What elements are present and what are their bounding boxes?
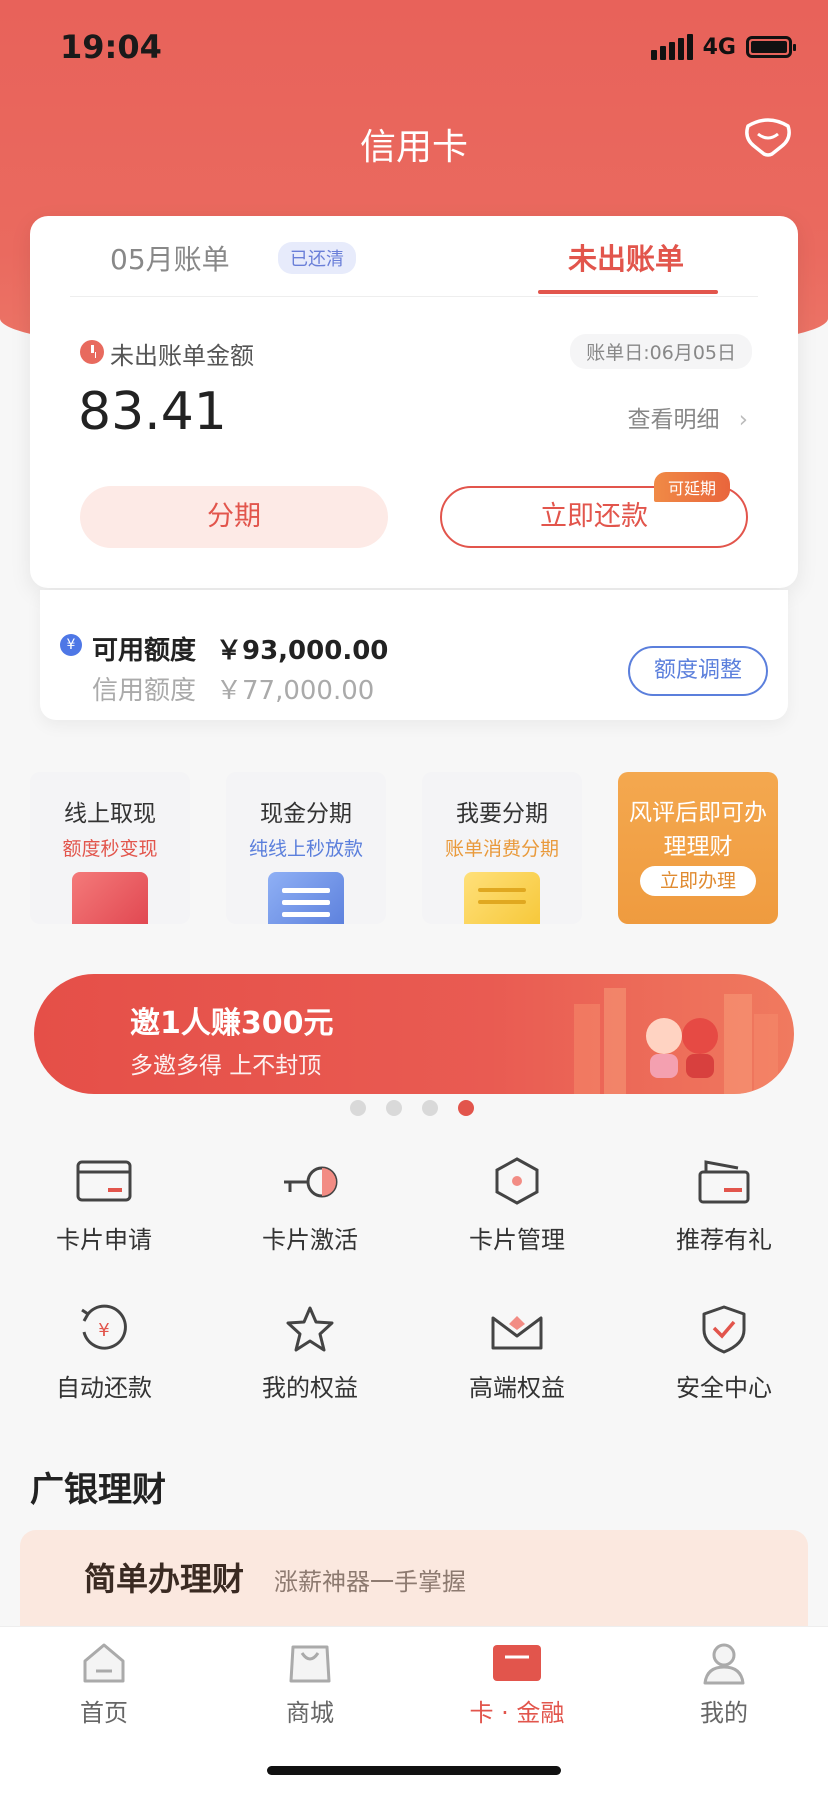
nav-label: 我的 xyxy=(700,1699,748,1727)
referral-gift-icon xyxy=(698,1160,750,1204)
bill-card: 05月账单 已还清 未出账单 未出账单金额 账单日:06月05日 83.41 查… xyxy=(30,216,798,588)
signal-icon xyxy=(650,34,693,60)
grid-label: 卡片管理 xyxy=(469,1226,565,1254)
pagination-dot-active[interactable] xyxy=(458,1100,474,1116)
nav-label: 卡 · 金融 xyxy=(469,1699,565,1727)
grid-card-apply[interactable]: 卡片申请 xyxy=(14,1156,194,1255)
grid-my-benefits[interactable]: 我的权益 xyxy=(220,1304,400,1403)
grid-card-manage[interactable]: 卡片管理 xyxy=(427,1156,607,1255)
grid-label: 自动还款 xyxy=(56,1374,152,1402)
grid-label: 卡片申请 xyxy=(56,1226,152,1254)
star-icon xyxy=(286,1306,334,1352)
pagination-dot[interactable] xyxy=(422,1100,438,1116)
finance-card-subtitle: 涨薪神器一手掌握 xyxy=(274,1568,466,1596)
grid-card-activate[interactable]: 卡片激活 xyxy=(220,1156,400,1255)
unbilled-amount: 83.41 xyxy=(78,382,227,442)
banner-title: 邀1人赚300元 xyxy=(130,1006,334,1041)
card-finance-icon xyxy=(493,1645,541,1681)
banner-pagination xyxy=(350,1100,474,1116)
tile-subtitle: 纯线上秒放款 xyxy=(248,838,363,860)
wallet-icon xyxy=(72,872,148,924)
tab-unbilled[interactable]: 未出账单 xyxy=(568,236,684,278)
invite-banner[interactable]: 邀1人赚300元 多邀多得 上不封顶 xyxy=(34,974,794,1094)
tile-my-installment[interactable]: 我要分期 账单消费分期 xyxy=(422,772,582,924)
grid-security-center[interactable]: 安全中心 xyxy=(634,1304,814,1403)
city-mascot-illustration xyxy=(574,988,778,1094)
notepad-icon xyxy=(464,872,540,924)
promo-title: 风评后即可办理理财 xyxy=(629,800,767,860)
home-icon xyxy=(83,1643,125,1683)
grid-auto-repay[interactable]: ¥ 自动还款 xyxy=(14,1304,194,1403)
battery-icon xyxy=(746,36,796,58)
document-icon xyxy=(268,872,344,924)
shopping-bag-icon xyxy=(289,1645,331,1683)
nav-label: 商城 xyxy=(286,1699,334,1727)
grid-referral[interactable]: 推荐有礼 xyxy=(634,1156,814,1255)
paid-badge: 已还清 xyxy=(278,242,356,274)
status-icons: 4G xyxy=(650,34,796,60)
credit-limit-label: 信用额度 xyxy=(92,676,197,706)
view-detail-label: 查看明细 xyxy=(627,407,720,433)
tab-previous-bill[interactable]: 05月账单 xyxy=(110,238,230,278)
bill-date: 账单日:06月05日 xyxy=(570,334,752,369)
nav-card-finance[interactable]: 卡 · 金融 xyxy=(457,1641,577,1728)
grid-label: 卡片激活 xyxy=(262,1226,358,1254)
page-title: 信用卡 xyxy=(359,127,468,168)
chevron-right-icon: › xyxy=(738,407,748,433)
grid-premium-benefits[interactable]: 高端权益 xyxy=(427,1304,607,1403)
adjust-limit-button[interactable]: 额度调整 xyxy=(628,646,768,696)
tile-wealth-promo[interactable]: 风评后即可办理理财 立即办理 xyxy=(618,772,778,924)
nav-profile[interactable]: 我的 xyxy=(664,1641,784,1728)
customer-service-icon[interactable] xyxy=(742,116,794,160)
available-limit-value: ￥93,000.00 xyxy=(216,636,389,666)
tile-subtitle: 额度秒变现 xyxy=(62,838,158,860)
finance-card-title: 简单办理财 xyxy=(84,1560,245,1598)
profile-icon xyxy=(703,1643,745,1685)
nav-label: 首页 xyxy=(80,1699,128,1727)
network-type: 4G xyxy=(702,34,736,60)
available-limit-label: 可用额度 xyxy=(92,636,197,666)
view-detail-link[interactable]: 查看明细 › xyxy=(627,400,748,434)
auto-repay-icon: ¥ xyxy=(81,1304,127,1350)
card-apply-icon xyxy=(76,1160,132,1202)
home-indicator xyxy=(267,1766,561,1775)
svg-text:¥: ¥ xyxy=(98,1320,109,1341)
pagination-dot[interactable] xyxy=(386,1100,402,1116)
tile-title: 我要分期 xyxy=(456,801,548,827)
yen-icon: ¥ xyxy=(60,634,82,656)
unbilled-label: 未出账单金额 xyxy=(110,342,254,370)
grid-label: 高端权益 xyxy=(469,1374,565,1402)
clock-icon xyxy=(80,340,104,364)
tile-cash-installment[interactable]: 现金分期 纯线上秒放款 xyxy=(226,772,386,924)
tile-title: 线上取现 xyxy=(64,801,156,827)
active-tab-indicator xyxy=(538,290,718,294)
status-time: 19:04 xyxy=(60,28,162,66)
credit-limit-panel: ¥ 可用额度 ￥93,000.00 信用额度 ￥77,000.00 额度调整 xyxy=(40,590,788,720)
card-manage-icon xyxy=(495,1157,539,1205)
pagination-dot[interactable] xyxy=(350,1100,366,1116)
installment-button[interactable]: 分期 xyxy=(80,486,388,548)
grid-label: 推荐有礼 xyxy=(676,1226,772,1254)
banner-subtitle: 多邀多得 上不封顶 xyxy=(130,1053,322,1079)
tile-online-cash[interactable]: 线上取现 额度秒变现 xyxy=(30,772,190,924)
deferrable-badge: 可延期 xyxy=(654,472,731,502)
nav-home[interactable]: 首页 xyxy=(44,1641,164,1728)
shield-check-icon xyxy=(702,1305,746,1354)
grid-label: 我的权益 xyxy=(262,1374,358,1402)
card-activate-icon xyxy=(284,1166,338,1198)
finance-section-title: 广银理财 xyxy=(30,1470,166,1510)
premium-envelope-icon xyxy=(491,1316,543,1350)
tile-title: 现金分期 xyxy=(260,801,352,827)
nav-mall[interactable]: 商城 xyxy=(250,1641,370,1728)
credit-limit-value: ￥77,000.00 xyxy=(216,676,375,706)
grid-label: 安全中心 xyxy=(676,1374,772,1402)
tile-subtitle: 账单消费分期 xyxy=(444,838,559,860)
promo-apply-button[interactable]: 立即办理 xyxy=(640,866,756,896)
